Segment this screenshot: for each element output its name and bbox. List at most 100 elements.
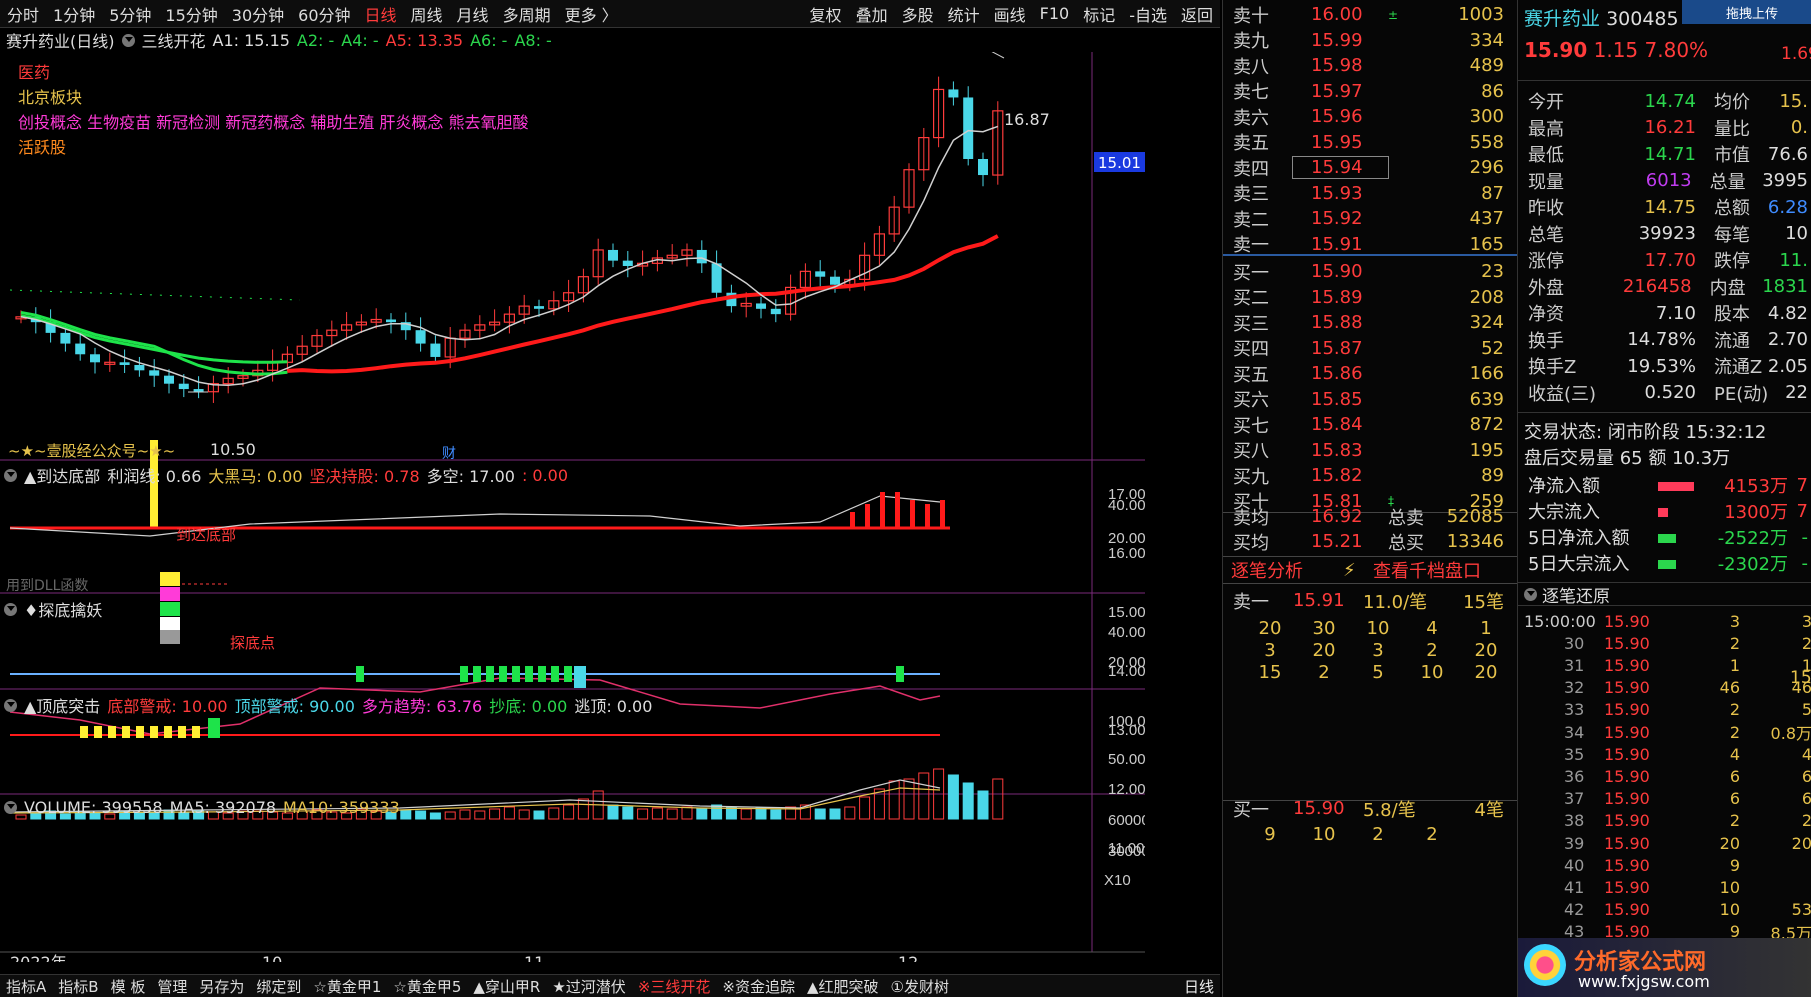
bottom-tab[interactable]: 指标B — [52, 976, 104, 997]
level-price: 16.00 — [1311, 4, 1363, 25]
kline-chart[interactable]: 17.00 16.00 15.00 14.00 13.00 12.00 11.0… — [0, 52, 1145, 962]
bottom-tab[interactable]: ▲穿山甲R — [467, 976, 546, 997]
bid-level[interactable]: 买六 15.85 639 — [1223, 387, 1518, 412]
bottom-tab[interactable]: 绑定到 — [250, 976, 307, 997]
volume-bar — [696, 808, 708, 820]
bottom-signal — [136, 726, 144, 738]
bid-level[interactable]: 买八 15.83 195 — [1223, 438, 1518, 463]
bottom-tab[interactable]: 另存为 — [193, 976, 250, 997]
flow-cut: 7 — [1796, 474, 1808, 496]
tick-grid-cell: 15 — [1258, 662, 1282, 683]
industry-tag[interactable]: 医药 — [18, 60, 529, 85]
tick-analysis-title[interactable]: 逐笔分析 — [1223, 557, 1343, 583]
period-tab[interactable]: 1分钟 — [46, 2, 102, 26]
ask-level[interactable]: 卖六 15.96 300 — [1223, 104, 1518, 129]
period-more[interactable]: 更多 〉 — [558, 2, 625, 26]
ask-level[interactable]: 卖一 15.91 165 — [1223, 232, 1518, 257]
ask-level[interactable]: 卖三 15.93 87 — [1223, 181, 1518, 206]
period-tab-daily[interactable]: 日线 — [358, 2, 404, 26]
bottom-tab[interactable]: ①发财树 — [885, 976, 955, 997]
bottom-tab[interactable]: 管理 — [151, 976, 193, 997]
pane-menu-icon[interactable] — [4, 698, 17, 712]
action-button[interactable]: 多股 — [895, 2, 941, 26]
tick-grid-cell: 2 — [1318, 662, 1330, 683]
action-button[interactable]: 复权 — [803, 2, 849, 26]
ask-level[interactable]: 卖八 15.98 489 — [1223, 53, 1518, 78]
bid-level[interactable]: 买五 15.86 166 — [1223, 361, 1518, 386]
pane1-header: ▲到达底部 利润线: 0.66 大黑马: 0.00 坚决持股: 0.78 多空:… — [4, 463, 575, 487]
ask-level[interactable]: 卖九 15.99 334 — [1223, 28, 1518, 53]
action-button[interactable]: F10 — [1033, 4, 1077, 23]
period-tab[interactable]: 30分钟 — [225, 2, 291, 26]
ask-level[interactable]: 卖十 16.00 ±1003 — [1223, 2, 1518, 27]
period-tab[interactable]: 多周期 — [496, 2, 558, 26]
bottom-tab[interactable]: ☆黄金甲1 — [307, 976, 387, 997]
pane-menu-icon[interactable] — [4, 468, 17, 482]
trade-price: 15.90 — [1604, 722, 1650, 742]
level-label: 买五 — [1233, 364, 1269, 386]
concept-tags[interactable]: 创投概念 生物疫苗 新冠检测 新冠药概念 辅助生殖 肝炎概念 熊去氧胆酸 — [18, 110, 529, 135]
period-tab[interactable]: 分时 — [0, 2, 46, 26]
pane-menu-icon[interactable] — [4, 801, 17, 814]
bid-level[interactable]: 买三 15.88 324 — [1223, 310, 1518, 335]
bottom-tab[interactable]: 模 板 — [105, 976, 152, 997]
upload-button[interactable]: 拖拽上传 — [1682, 0, 1811, 24]
day-label[interactable]: 日线 — [1178, 976, 1220, 997]
action-button[interactable]: 标记 — [1076, 2, 1122, 26]
ask-level[interactable]: 卖五 15.95 558 — [1223, 130, 1518, 155]
bottom-tab[interactable]: ▲红肥突破 — [801, 976, 885, 997]
indicator-name[interactable]: 三线开花 — [142, 28, 206, 52]
bid-level[interactable]: 买七 15.84 872 — [1223, 412, 1518, 437]
stock-code: 300485 — [1606, 8, 1679, 30]
candle-body — [770, 308, 781, 315]
pane4-header: VOLUME: 399558 MA5: 392078 MA10: 359333 — [4, 798, 407, 817]
pane3-name[interactable]: ▲顶底突击 — [24, 693, 100, 717]
action-button[interactable]: 统计 — [941, 2, 987, 26]
flow-bar-box — [1658, 553, 1702, 574]
period-tab[interactable]: 60分钟 — [291, 2, 357, 26]
period-tab[interactable]: 周线 — [404, 2, 450, 26]
bottom-tab[interactable]: 指标A — [0, 976, 52, 997]
volume-bar — [962, 782, 974, 820]
period-tab[interactable]: 月线 — [450, 2, 496, 26]
ask-level[interactable]: 卖四 15.94 296 — [1223, 155, 1518, 180]
bottom-tab[interactable]: ★过河潜伏 — [546, 976, 631, 997]
top-signal — [356, 666, 364, 682]
pane-menu-icon[interactable] — [4, 602, 17, 616]
indicator-menu-icon[interactable] — [121, 33, 135, 47]
candle-body — [75, 343, 86, 355]
bottom-signal — [164, 726, 172, 738]
bid-level[interactable]: 买一 15.90 23 — [1223, 259, 1518, 284]
period-tab[interactable]: 15分钟 — [158, 2, 224, 26]
lightning-icon: ⚡ — [1343, 559, 1356, 581]
period-tab[interactable]: 5分钟 — [102, 2, 158, 26]
tick-buy1-label: 买一 — [1233, 799, 1269, 821]
trade-volume: 3 — [1729, 611, 1740, 631]
active-tag[interactable]: 活跃股 — [18, 135, 529, 160]
bottom-tab[interactable]: ☆黄金甲5 — [387, 976, 467, 997]
action-button[interactable]: -自选 — [1122, 2, 1174, 26]
thousand-level-link[interactable]: 查看千档盘口 — [1373, 557, 1481, 583]
level-volume: 334 — [1469, 29, 1504, 51]
action-button[interactable]: 返回 — [1174, 2, 1220, 26]
action-button[interactable]: 叠加 — [849, 2, 895, 26]
ask-level[interactable]: 卖七 15.97 86 — [1223, 79, 1518, 104]
pane2-name[interactable]: ♦探底擒妖 — [24, 597, 102, 621]
board-tag[interactable]: 北京板块 — [18, 85, 529, 110]
stat-label: 今开 — [1528, 92, 1564, 113]
bid-level[interactable]: 买二 15.89 208 — [1223, 285, 1518, 310]
action-button[interactable]: 画线 — [987, 2, 1033, 26]
candle-body — [119, 362, 130, 365]
bottom-tab[interactable]: ※资金追踪 — [716, 976, 801, 997]
trade-time: 42 — [1564, 900, 1585, 920]
stock-name[interactable]: 赛升药业 — [1524, 8, 1600, 30]
stat-value: 216458 — [1622, 276, 1692, 297]
ask-level[interactable]: 卖二 15.92 437 — [1223, 206, 1518, 231]
bottom-tab-active[interactable]: ※三线开花 — [632, 976, 717, 997]
bid-level[interactable]: 买九 15.82 89 — [1223, 463, 1518, 488]
tick-grid-cell: 4 — [1426, 618, 1438, 639]
finance-marker[interactable]: 财 — [442, 446, 456, 462]
pane1-name[interactable]: ▲到达底部 — [24, 463, 100, 487]
bid-level[interactable]: 买四 15.87 52 — [1223, 336, 1518, 361]
trades-menu-icon[interactable] — [1524, 587, 1537, 601]
